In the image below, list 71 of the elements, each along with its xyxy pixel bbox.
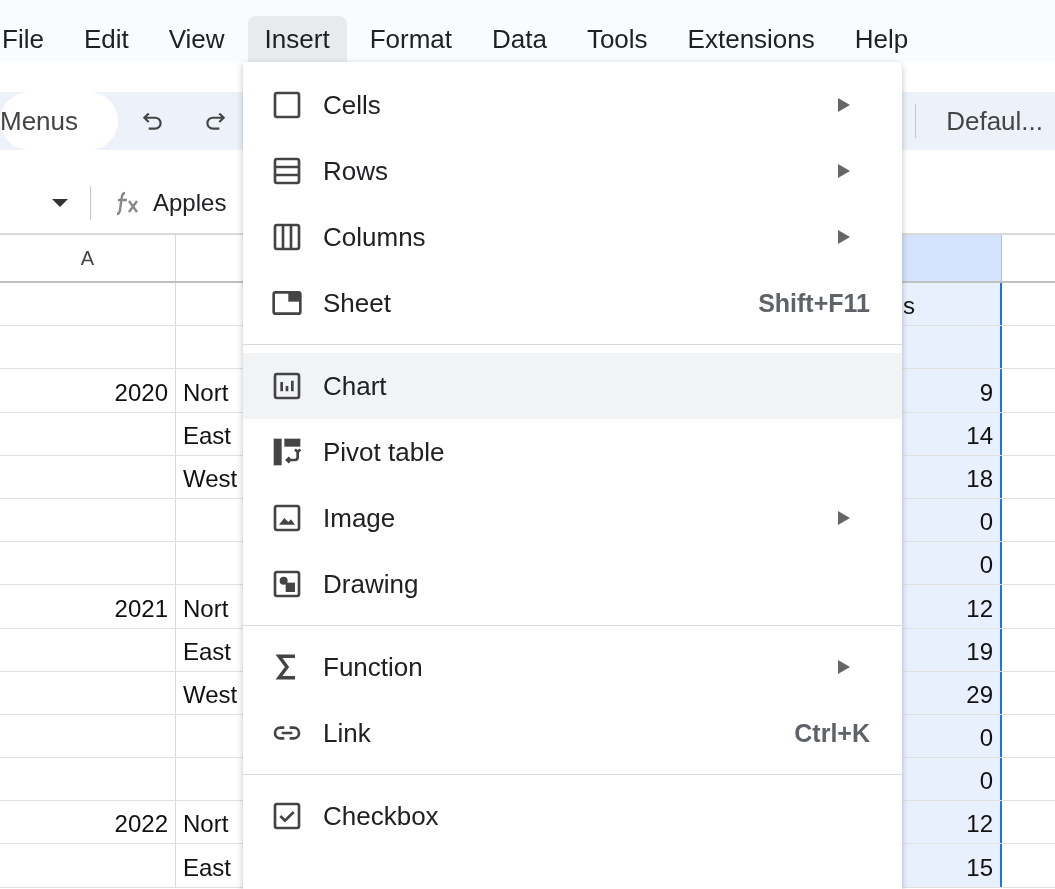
table-cell: 0	[902, 758, 1002, 801]
font-dropdown[interactable]: Defaul...	[946, 105, 1043, 137]
table-cell: 15	[902, 844, 1002, 887]
shortcut-label: Ctrl+K	[794, 718, 870, 748]
table-cell: Nort	[183, 810, 229, 839]
table-cell: s	[902, 283, 1002, 326]
table-cell: Nort	[183, 378, 229, 407]
table-cell: 0	[902, 714, 1002, 758]
table-cell: East	[183, 853, 232, 882]
menu-item-label: Sheet	[323, 287, 392, 319]
table-cell: 29	[902, 671, 1002, 714]
table-cell: West	[183, 680, 238, 709]
menu-item[interactable]: Format	[352, 16, 469, 62]
menu-item[interactable]: Edit	[66, 16, 146, 62]
table-cell: East	[183, 637, 232, 666]
menu-item-label: Function	[323, 651, 424, 683]
menu-item[interactable]: Pivot table	[243, 419, 902, 485]
menu-item[interactable]: Insert	[247, 16, 347, 62]
menu-item-label: Image	[323, 502, 397, 534]
rows-icon	[271, 155, 303, 187]
shortcut-label: Shift+F11	[758, 288, 870, 318]
columns-icon	[271, 221, 303, 253]
table-cell: 2021	[114, 594, 168, 623]
formula-value[interactable]: Apples	[153, 189, 227, 217]
table-cell: 14	[902, 412, 1002, 455]
column-header[interactable]: A	[0, 235, 176, 281]
menu-item[interactable]: Columns	[243, 204, 902, 270]
table-cell: 18	[902, 455, 1002, 498]
menu-item-label: Rows	[323, 155, 389, 187]
menu-item[interactable]: Function	[243, 634, 902, 700]
menu-item[interactable]: Data	[475, 16, 564, 62]
menu-item[interactable]: Sheet Shift+F11	[243, 270, 902, 336]
menu-item-label: Chart	[323, 370, 388, 402]
menu-item[interactable]: Rows	[243, 138, 902, 204]
pivot-table-icon	[271, 436, 303, 468]
table-cell: West	[183, 464, 238, 493]
table-cell: East	[183, 421, 232, 450]
search-menus-field[interactable]: Menus	[0, 92, 119, 150]
table-cell: Nort	[183, 594, 229, 623]
menu-item-label: Link	[323, 717, 372, 749]
square-icon	[271, 89, 303, 121]
image-icon	[271, 502, 303, 534]
menu-item-label: Checkbox	[323, 800, 440, 832]
table-cell: 0	[902, 542, 1002, 585]
menu-item[interactable]: Extensions	[670, 16, 832, 62]
chart-icon	[271, 370, 303, 402]
menu-item[interactable]: Tools	[569, 16, 665, 62]
table-cell: 2022	[114, 810, 168, 839]
drawing-icon	[271, 568, 303, 600]
menu-item[interactable]: View	[151, 16, 242, 62]
menu-item-label: Pivot table	[323, 436, 446, 468]
menu-item-label: Drawing	[323, 568, 420, 600]
table-cell: 0	[902, 498, 1002, 542]
table-cell: 12	[902, 585, 1002, 628]
menu-item[interactable]: Checkbox	[243, 783, 902, 849]
table-cell: 12	[902, 801, 1002, 844]
table-cell: 9	[902, 369, 1002, 412]
menu-item[interactable]: Help	[837, 16, 926, 62]
menu-item[interactable]: Image	[243, 485, 902, 551]
table-cell: 19	[902, 628, 1002, 671]
menu-item-label: Columns	[323, 221, 427, 253]
menu-item[interactable]: File	[0, 16, 61, 62]
checkbox-icon	[271, 800, 303, 832]
menu-item[interactable]: Link Ctrl+K	[243, 700, 902, 766]
menu-item[interactable]: Drawing	[243, 551, 902, 617]
table-cell: 2020	[114, 378, 168, 407]
menu-item[interactable]: Chart	[243, 353, 902, 419]
dropdown-caret-icon	[50, 197, 70, 209]
menu-item[interactable]: Cells	[243, 72, 902, 138]
menu-item-label: Cells	[323, 89, 382, 121]
column-header[interactable]	[902, 235, 1002, 281]
